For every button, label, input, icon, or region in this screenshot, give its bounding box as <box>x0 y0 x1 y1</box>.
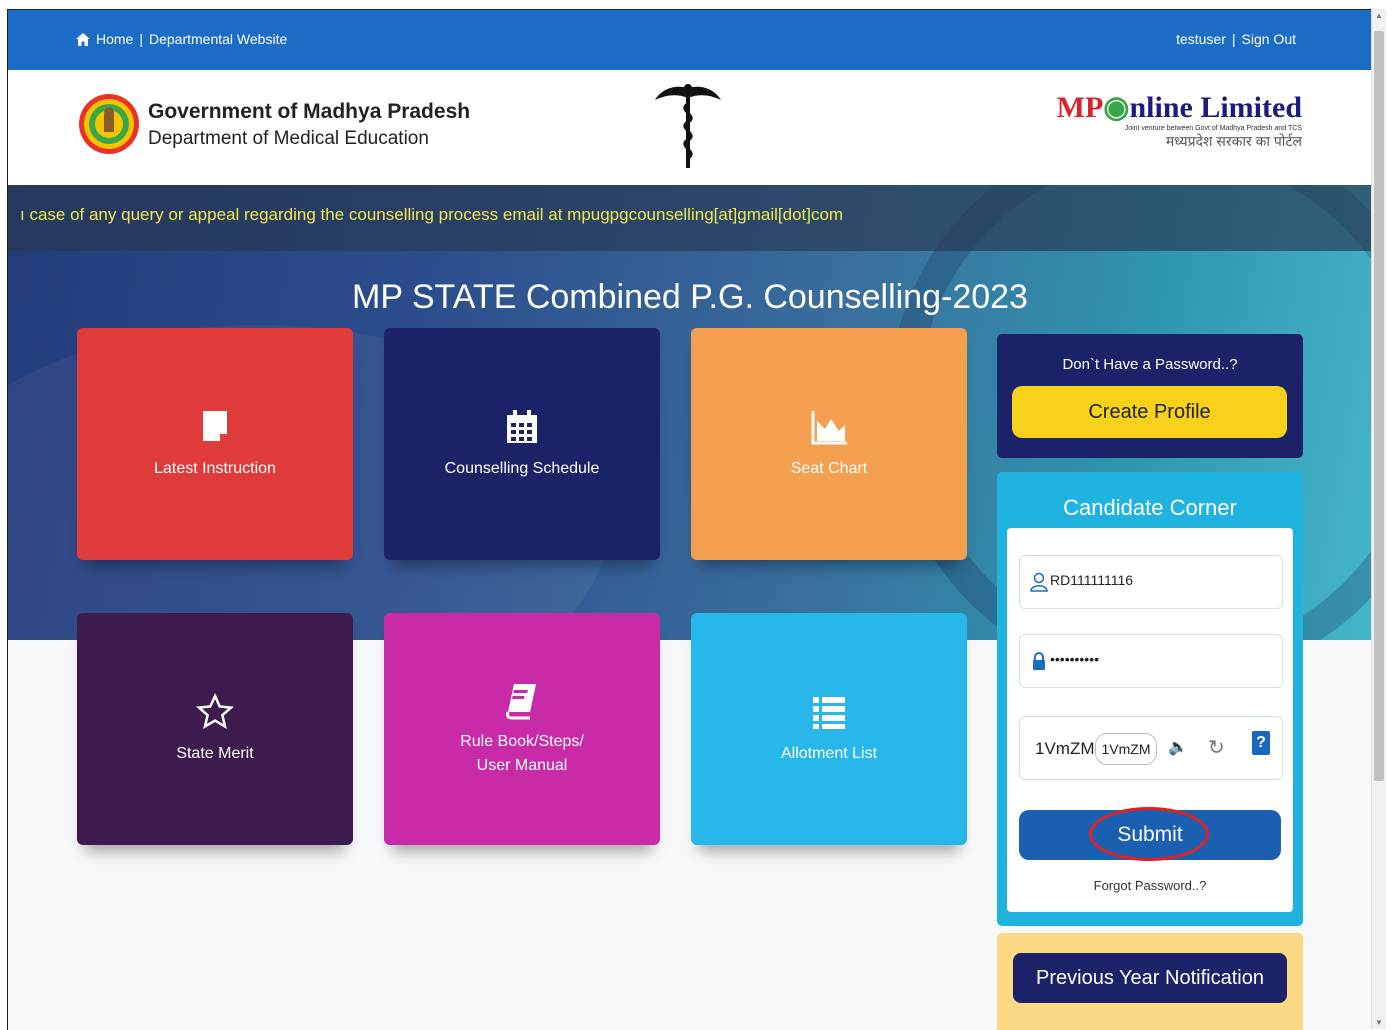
scroll-up-arrow-icon[interactable]: ▲ <box>1375 11 1383 20</box>
announcement-marquee: ı case of any query or appeal regarding … <box>8 185 1372 251</box>
top-nav-left: Home | Departmental Website <box>76 31 287 47</box>
government-title: Government of Madhya Pradesh <box>148 100 471 123</box>
mp-government-emblem-icon <box>79 94 139 154</box>
mponline-o-globe-icon: ◉ <box>1103 91 1130 124</box>
forgot-password-link[interactable]: Forgot Password..? <box>1007 878 1293 893</box>
calendar-icon <box>507 410 537 443</box>
tile-label: Rule Book/Steps/User Manual <box>460 730 584 778</box>
scroll-down-arrow-icon[interactable]: ▼ <box>1375 1018 1383 1027</box>
previous-year-notification-button[interactable]: Previous Year Notification <box>1013 953 1287 1003</box>
create-profile-panel: Don`t Have a Password..? Create Profile <box>997 334 1303 458</box>
username-value: RD111111116 <box>1050 572 1134 588</box>
home-icon <box>76 32 90 46</box>
tile-label: Counselling Schedule <box>444 460 600 477</box>
user-icon <box>1030 572 1048 592</box>
candidate-corner-panel: Candidate Corner RD111111116 •••••••••• … <box>997 472 1303 926</box>
create-profile-button[interactable]: Create Profile <box>1012 386 1287 438</box>
star-icon <box>196 692 234 730</box>
password-value: •••••••••• <box>1050 651 1100 667</box>
lock-icon <box>1033 652 1045 670</box>
refresh-icon[interactable]: ↻ <box>1208 735 1225 760</box>
tile-label: Latest Instruction <box>154 460 276 477</box>
book-icon <box>506 684 536 720</box>
mponline-logo: MP◉nline Limited Joint venture between G… <box>1057 90 1302 151</box>
tile-label-line2: User Manual <box>476 757 568 774</box>
nav-separator: | <box>1231 31 1236 47</box>
nav-separator: | <box>139 31 143 47</box>
page-title: MP STATE Combined P.G. Counselling-2023 <box>352 278 1028 316</box>
highlight-circle <box>1089 807 1209 861</box>
department-subtitle: Department of Medical Education <box>148 128 429 149</box>
password-field[interactable]: •••••••••• <box>1019 634 1283 688</box>
tile-latest-instruction[interactable]: Latest Instruction <box>77 328 353 560</box>
top-navigation-bar: Home | Departmental Website testuser | S… <box>8 10 1372 70</box>
username-field[interactable]: RD111111116 <box>1019 555 1283 609</box>
document-icon <box>203 411 227 441</box>
tile-label-line1: Rule Book/Steps/ <box>460 733 584 750</box>
previous-year-panel: Previous Year Notification <box>997 933 1303 1030</box>
caduceus-icon <box>655 84 721 168</box>
mponline-rest-text: nline Limited <box>1129 91 1302 124</box>
captcha-code: 1VmZM <box>1035 739 1095 758</box>
announcement-text: ı case of any query or appeal regarding … <box>20 205 844 224</box>
list-icon <box>813 697 845 729</box>
site-header: Government of Madhya Pradesh Department … <box>8 70 1372 186</box>
tile-label: Allotment List <box>780 745 878 762</box>
no-password-question: Don`t Have a Password..? <box>1062 356 1238 373</box>
sign-out-link[interactable]: Sign Out <box>1242 31 1296 47</box>
home-link[interactable]: Home <box>96 31 133 47</box>
tile-label: Seat Chart <box>790 460 868 477</box>
scrollbar-thumb[interactable] <box>1374 31 1384 781</box>
mponline-tagline: Joint venture between Govt of Madhya Pra… <box>1124 125 1302 132</box>
mponline-brand-text: MP◉nline Limited <box>1057 90 1302 125</box>
top-nav-right: testuser | Sign Out <box>1176 31 1296 47</box>
speaker-icon[interactable]: 🔈 <box>1168 737 1188 757</box>
tile-rule-book[interactable]: Rule Book/Steps/User Manual <box>384 613 660 845</box>
departmental-website-link[interactable]: Departmental Website <box>149 31 287 47</box>
mponline-hindi-tagline: मध्यप्रदेश सरकार का पोर्टल <box>1165 133 1302 149</box>
tile-counselling-schedule[interactable]: Counselling Schedule <box>384 328 660 560</box>
captcha-area: 1VmZM 1VmZM 🔈 ↻ ? <box>1019 716 1283 780</box>
candidate-corner-title: Candidate Corner <box>1063 495 1237 520</box>
submit-button[interactable]: Submit <box>1019 807 1281 861</box>
tile-label: State Merit <box>176 745 254 762</box>
tile-allotment-list[interactable]: Allotment List <box>691 613 967 845</box>
mponline-mp-text: MP <box>1056 91 1104 124</box>
tile-state-merit[interactable]: State Merit <box>77 613 353 845</box>
login-form: RD111111116 •••••••••• 1VmZM 1VmZM 🔈 ↻ ?… <box>1007 528 1293 912</box>
tile-seat-chart[interactable]: Seat Chart <box>691 328 967 560</box>
captcha-input[interactable]: 1VmZM <box>1095 733 1157 765</box>
captcha-help-button[interactable]: ? <box>1252 731 1270 755</box>
browser-viewport: Home | Departmental Website testuser | S… <box>7 9 1372 1030</box>
vertical-scrollbar[interactable]: ▲ ▼ <box>1371 9 1386 1029</box>
username-link[interactable]: testuser <box>1176 31 1226 47</box>
area-chart-icon <box>811 411 847 445</box>
